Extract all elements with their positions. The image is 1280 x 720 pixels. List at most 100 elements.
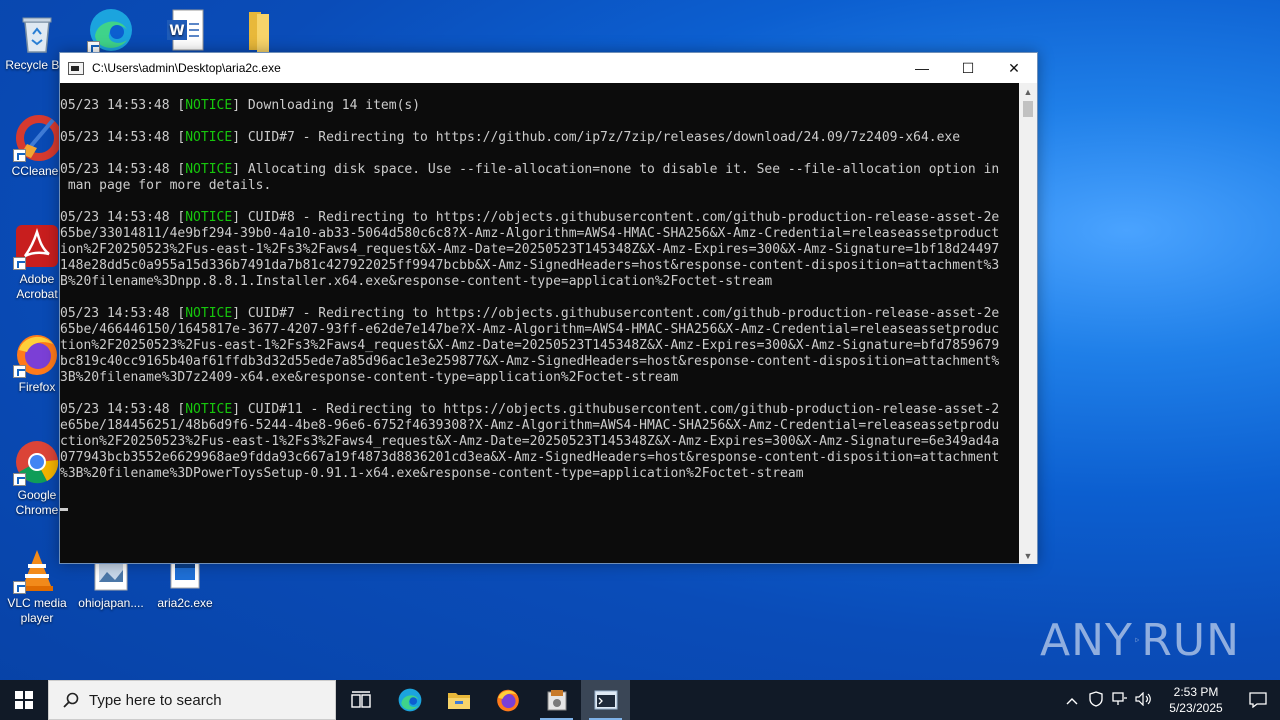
console-line: man page for more details. (60, 178, 1020, 194)
desktop-icon-folder[interactable] (222, 6, 296, 56)
console-line-text: e65be/184456251/48b6d9f6-5244-4be8-96e6-… (60, 418, 1000, 433)
taskbar: Type here to search 2:53 PM 5/23/2025 (0, 680, 1280, 720)
watermark-left: ANY (1040, 614, 1133, 666)
console-line-text: tion%2F20250523%2Fus-east-1%2Fs3%2Faws4_… (60, 338, 1000, 353)
tray-security-icon[interactable] (1084, 690, 1108, 710)
taskbar-edge[interactable] (385, 680, 434, 720)
close-icon: ✕ (1008, 59, 1020, 76)
desktop-icon-label: ohiojapan.... (78, 596, 144, 610)
desktop-icon-label: aria2c.exe (157, 596, 213, 610)
edge-icon (398, 688, 421, 712)
console-line-text: ] Allocating disk space. Use --file-allo… (232, 162, 1000, 177)
minimize-icon: — (915, 60, 929, 76)
tray-network-icon[interactable] (1108, 691, 1132, 709)
console-line-text: man page for more details. (60, 178, 272, 193)
window-title: C:\Users\admin\Desktop\aria2c.exe (92, 61, 281, 75)
console-line-text: 65be/466446150/1645817e-3677-4207-93ff-e… (60, 322, 1000, 337)
console-line-text: 65be/33014811/4e9bf294-39b0-4a10-ab33-50… (60, 226, 1000, 241)
window-titlebar[interactable]: C:\Users\admin\Desktop\aria2c.exe — ☐ ✕ (60, 53, 1037, 83)
maximize-icon: ☐ (961, 59, 975, 76)
desktop-icon-image-file[interactable]: ohiojapan.... (74, 556, 148, 611)
console-line-text: ] CUID#7 - Redirecting to https://object… (232, 306, 1000, 321)
word-doc-icon: W (161, 6, 209, 54)
tray-volume-icon[interactable] (1132, 691, 1156, 709)
console-notice-tag: NOTICE (185, 162, 233, 177)
console-notice-tag: NOTICE (185, 130, 233, 145)
console-line: 05/23 14:53:48 [NOTICE] Allocating disk … (60, 162, 1020, 178)
scroll-up-icon[interactable]: ▲ (1019, 83, 1037, 100)
maximize-button[interactable]: ☐ (945, 53, 991, 83)
system-tray: 2:53 PM 5/23/2025 (1060, 680, 1280, 720)
start-button[interactable] (0, 680, 48, 720)
search-placeholder: Type here to search (89, 691, 222, 709)
chrome-icon (13, 438, 61, 486)
console-scrollbar[interactable]: ▲ ▼ (1019, 83, 1037, 564)
desktop-icon-label: VLC media player (7, 596, 67, 625)
taskbar-firefox[interactable] (483, 680, 532, 720)
desktop-icon-edge[interactable] (74, 6, 148, 56)
console-line: 05/23 14:53:48 [NOTICE] CUID#8 - Redirec… (60, 210, 1020, 226)
console-line-prefix: 05/23 14:53:48 [ (60, 306, 186, 321)
console-line-text: %3B%20filename%3DPowerToysSetup-0.91.1-x… (60, 466, 804, 481)
scroll-thumb[interactable] (1023, 101, 1033, 117)
folder-icon (235, 6, 283, 54)
notification-center-button[interactable] (1236, 680, 1280, 720)
clock-date: 5/23/2025 (1169, 701, 1223, 715)
console-line-text: 077943bcb3552e6629968ae9fdda93c667a19f48… (60, 450, 1000, 465)
console-cursor (60, 508, 68, 511)
installer-icon (547, 690, 566, 711)
console-line-prefix: 05/23 14:53:48 [ (60, 98, 186, 113)
console-line-text: ion%2F20250523%2Fus-east-1%2Fs3%2Faws4_r… (60, 242, 1000, 257)
console-line-prefix: 05/23 14:53:48 [ (60, 210, 186, 225)
desktop-icon-aria2c-exe[interactable]: aria2c.exe (148, 556, 222, 611)
console-line-text: bc819c40cc9165b40af61ffdb3d32d55ede7a85d… (60, 354, 1000, 369)
taskbar-clock[interactable]: 2:53 PM 5/23/2025 (1156, 684, 1236, 716)
console-window[interactable]: C:\Users\admin\Desktop\aria2c.exe — ☐ ✕ … (59, 52, 1038, 564)
console-line: ion%2F20250523%2Fus-east-1%2Fs3%2Faws4_r… (60, 242, 1020, 258)
close-button[interactable]: ✕ (991, 53, 1037, 83)
file-explorer-icon (447, 693, 470, 709)
console-line: 05/23 14:53:48 [NOTICE] CUID#11 - Redire… (60, 402, 1020, 418)
console-line: %3B%20filename%3DPowerToysSetup-0.91.1-x… (60, 466, 1020, 482)
taskbar-search-box[interactable]: Type here to search (48, 680, 336, 720)
anyrun-watermark: ANY RUN (1040, 608, 1240, 672)
console-line-text: ] CUID#8 - Redirecting to https://object… (232, 210, 1000, 225)
console-line: ction%2F20250523%2Fus-east-1%2Fs3%2Faws4… (60, 434, 1020, 450)
console-line: bc819c40cc9165b40af61ffdb3d32d55ede7a85d… (60, 354, 1020, 370)
console-notice-tag: NOTICE (185, 210, 233, 225)
console-line-prefix: 05/23 14:53:48 [ (60, 130, 186, 145)
console-line-text: ction%2F20250523%2Fus-east-1%2Fs3%2Faws4… (60, 434, 1000, 449)
taskbar-installer[interactable] (532, 680, 581, 720)
console-line: tion%2F20250523%2Fus-east-1%2Fs3%2Faws4_… (60, 338, 1020, 354)
console-notice-tag: NOTICE (185, 98, 233, 113)
console-line-text: ] CUID#7 - Redirecting to https://github… (232, 130, 961, 145)
task-view-icon (350, 691, 371, 708)
console-line: 65be/33014811/4e9bf294-39b0-4a10-ab33-50… (60, 226, 1020, 242)
minimize-button[interactable]: — (899, 53, 945, 83)
desktop-icon-word-doc[interactable]: W (148, 6, 222, 56)
console-line-prefix: 05/23 14:53:48 [ (60, 162, 186, 177)
console-line: B%20filename%3Dnpp.8.8.1.Installer.x64.e… (60, 274, 1020, 290)
taskbar-file-explorer[interactable] (434, 680, 483, 720)
recycle-bin-icon (13, 8, 61, 56)
console-line: 3B%20filename%3D7z2409-x64.exe&response-… (60, 370, 1020, 386)
taskbar-console[interactable] (581, 680, 630, 720)
ccleaner-icon (13, 114, 62, 162)
console-line-text: 148e28dd5c0a955a15d336b7491da7b81c427922… (60, 258, 1000, 273)
taskbar-task-view[interactable] (336, 680, 385, 720)
console-output[interactable]: 05/23 14:53:48 [NOTICE] Downloading 14 i… (60, 83, 1020, 564)
firefox-icon (496, 689, 519, 712)
play-logo-icon (1135, 637, 1140, 643)
console-app-icon (68, 61, 84, 75)
scroll-down-icon[interactable]: ▼ (1019, 547, 1037, 564)
tray-chevron-up-icon[interactable] (1060, 693, 1084, 708)
console-line: 077943bcb3552e6629968ae9fdda93c667a19f48… (60, 450, 1020, 466)
console-line-text: B%20filename%3Dnpp.8.8.1.Installer.x64.e… (60, 274, 773, 289)
watermark-right: RUN (1141, 614, 1240, 666)
console-line: 65be/466446150/1645817e-3677-4207-93ff-e… (60, 322, 1020, 338)
